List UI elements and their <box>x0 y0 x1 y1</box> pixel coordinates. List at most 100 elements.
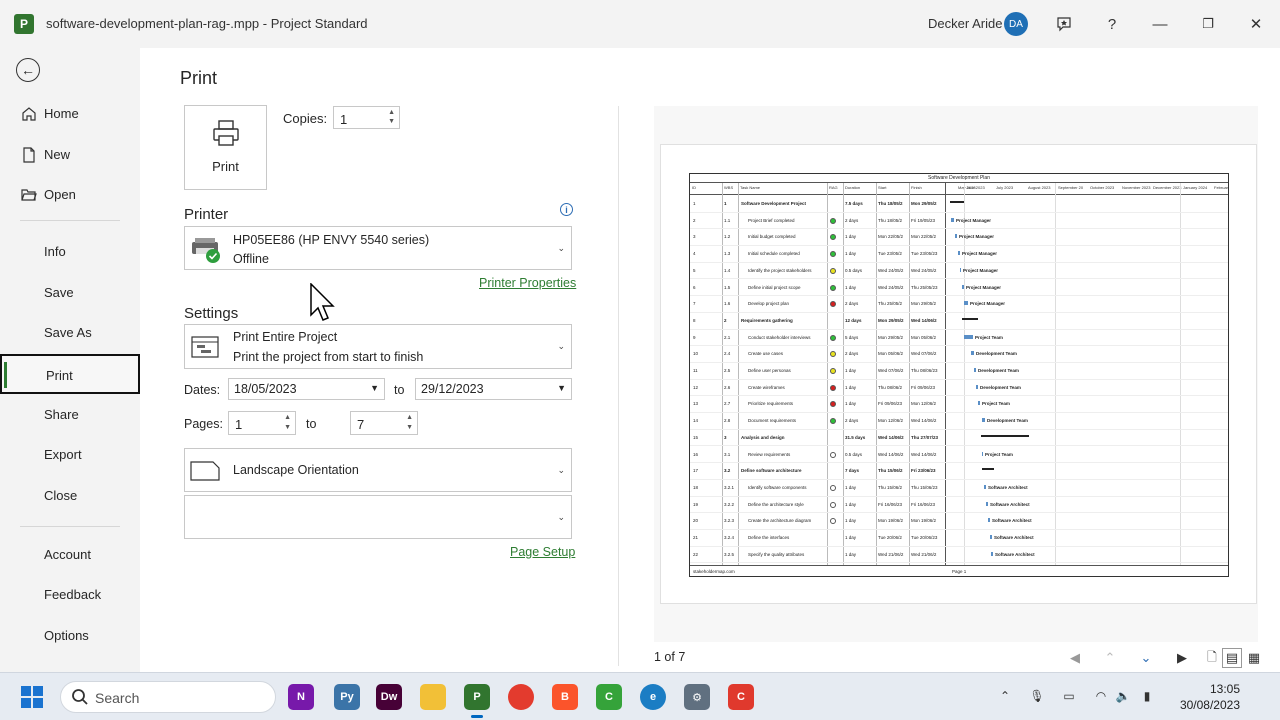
taskbar-app-python[interactable]: Py <box>334 684 360 710</box>
dropdown-arrow-icon[interactable]: ▼ <box>370 383 379 393</box>
resource-label: Software Architect <box>995 551 1035 557</box>
microphone-icon[interactable]: 🎙 <box>1028 687 1046 705</box>
nav-item-info[interactable]: Info <box>0 232 140 272</box>
feedback-icon[interactable] <box>1052 12 1076 36</box>
table-row: 3 1.2 Initial budget completed 1 day Mon 22/… <box>690 229 1228 247</box>
new-document-icon <box>20 146 38 164</box>
next-page-icon[interactable]: ▶ <box>1172 648 1192 668</box>
task-bar <box>962 284 964 289</box>
wifi-icon[interactable]: ◠ <box>1092 687 1110 705</box>
chevron-up-icon[interactable]: ▲ <box>284 414 291 422</box>
cell-duration: 1 day <box>845 401 857 407</box>
clock-time: 13:05 <box>1209 682 1240 696</box>
help-button[interactable]: ? <box>1100 12 1124 36</box>
chevron-down-icon[interactable]: ▼ <box>388 118 395 126</box>
nav-item-options[interactable]: Options <box>0 616 140 656</box>
taskbar-app-file-explorer[interactable] <box>420 684 446 710</box>
cell-start: Wed 07/06/2 <box>878 368 904 373</box>
printer-dropdown[interactable]: HP05EE86 (HP ENVY 5540 series) Offline ⌄ <box>184 226 572 270</box>
scroll-up-icon[interactable]: ⌃ <box>1100 648 1120 668</box>
date-from-picker[interactable]: 18/05/2023 ▼ <box>228 378 385 400</box>
chevron-up-icon[interactable]: ⌃ <box>996 687 1014 705</box>
taskbar-search[interactable]: Search <box>60 681 276 713</box>
chevron-up-icon[interactable]: ▲ <box>406 414 413 422</box>
table-row: 2 1.1 Project Brief completed 2 days Thu 18/… <box>690 213 1228 230</box>
summary-bar <box>962 317 978 320</box>
nav-item-home[interactable]: Home <box>0 94 140 134</box>
print-button[interactable]: Print <box>184 105 267 190</box>
system-clock[interactable]: 13:05 30/08/2023 <box>1170 681 1240 713</box>
info-icon[interactable]: i <box>560 203 573 216</box>
taskbar-app-dreamweaver[interactable]: Dw <box>376 684 402 710</box>
taskbar-app-camtasia[interactable]: C <box>596 684 622 710</box>
taskbar-app-brave[interactable]: B <box>552 684 578 710</box>
nav-item-save-as[interactable]: Save As <box>0 313 140 353</box>
page-setup-link[interactable]: Page Setup <box>510 545 575 559</box>
taskbar-app-onenote[interactable]: N <box>288 684 314 710</box>
actual-size-icon[interactable]: 🗋 <box>1202 648 1222 668</box>
scroll-down-icon[interactable]: ⌄ <box>1136 648 1156 668</box>
orientation-dropdown[interactable]: Landscape Orientation ⌄ <box>184 448 572 492</box>
multiple-pages-icon[interactable]: ▦ <box>1244 648 1264 668</box>
cell-wbs: 2.1 <box>724 334 731 340</box>
resource-label: Development Team <box>980 384 1021 390</box>
cell-id: 17 <box>693 468 699 474</box>
window-title: software-development-plan-rag-.mpp - Pro… <box>46 16 368 31</box>
rag-status-dot <box>830 484 836 491</box>
windows-start-icon[interactable] <box>20 685 44 709</box>
nav-item-save[interactable]: Save <box>0 273 140 313</box>
minimize-button[interactable]: — <box>1148 12 1172 36</box>
back-arrow-icon[interactable]: ← <box>16 58 40 82</box>
restore-button[interactable]: ❐ <box>1196 12 1220 36</box>
task-bar <box>986 501 988 506</box>
keyboard-icon[interactable]: ▭ <box>1060 687 1078 705</box>
printer-properties-link[interactable]: Printer Properties <box>479 276 576 290</box>
user-name[interactable]: Decker Aride <box>928 16 1002 31</box>
nav-item-label: Print <box>46 368 73 383</box>
nav-item-label: Save <box>44 285 74 300</box>
backstage-nav: ← Home New Open Info Save Save As Print … <box>0 48 140 672</box>
copies-stepper[interactable]: 1 ▲ ▼ <box>333 106 400 129</box>
cell-duration: 1 day <box>845 484 857 490</box>
cell-wbs: 3.2.5 <box>724 551 735 557</box>
nav-item-export[interactable]: Export <box>0 435 140 475</box>
page-from-stepper[interactable]: 1 ▲ ▼ <box>228 411 296 435</box>
printer-name: HP05EE86 (HP ENVY 5540 series) <box>233 233 430 247</box>
battery-icon[interactable]: ▮ <box>1138 687 1156 705</box>
avatar[interactable]: DA <box>1004 12 1028 36</box>
cell-wbs: 2.8 <box>724 418 731 424</box>
cell-task-name: Prioritize requirements <box>748 401 794 407</box>
cell-id: 16 <box>693 451 699 457</box>
chevron-down-icon[interactable]: ▼ <box>284 424 291 432</box>
taskbar-app-chrome[interactable] <box>508 684 534 710</box>
project-app-icon: P <box>14 14 34 34</box>
taskbar-app-project[interactable]: P <box>464 684 490 718</box>
page-to-stepper[interactable]: 7 ▲ ▼ <box>350 411 418 435</box>
task-bar <box>978 401 980 406</box>
close-button[interactable]: ✕ <box>1244 12 1268 36</box>
taskbar-app-settings[interactable]: ⚙ <box>684 684 710 710</box>
nav-item-close[interactable]: Close <box>0 476 140 516</box>
nav-item-open[interactable]: Open <box>0 175 140 215</box>
nav-item-account[interactable]: Account <box>0 535 140 575</box>
cell-duration: 2 days <box>845 418 859 424</box>
nav-item-print[interactable]: Print <box>0 354 140 394</box>
chevron-up-icon[interactable]: ▲ <box>388 109 395 117</box>
paper-size-dropdown[interactable]: ⌄ <box>184 495 572 539</box>
task-bar <box>976 384 978 389</box>
taskbar-app-edge[interactable]: e <box>640 684 666 710</box>
dropdown-arrow-icon[interactable]: ▼ <box>557 383 566 393</box>
volume-icon[interactable]: 🔈 <box>1114 687 1132 705</box>
print-range-dropdown[interactable]: Print Entire Project Print the project f… <box>184 324 572 369</box>
nav-item-new[interactable]: New <box>0 135 140 175</box>
cell-duration: 1 day <box>845 535 857 540</box>
taskbar-app-recorder[interactable]: C <box>728 684 754 710</box>
nav-item-feedback[interactable]: Feedback <box>0 575 140 615</box>
previous-page-icon[interactable]: ◀ <box>1065 648 1085 668</box>
date-to-picker[interactable]: 29/12/2023 ▼ <box>415 378 572 400</box>
one-page-icon[interactable]: ▤ <box>1222 648 1242 668</box>
table-row: 17 3.2 Define software architecture 7 days T… <box>690 463 1228 480</box>
sheet-title: Software Development Plan <box>690 174 1228 183</box>
chevron-down-icon[interactable]: ▼ <box>406 424 413 432</box>
nav-item-share[interactable]: Share <box>0 395 140 435</box>
